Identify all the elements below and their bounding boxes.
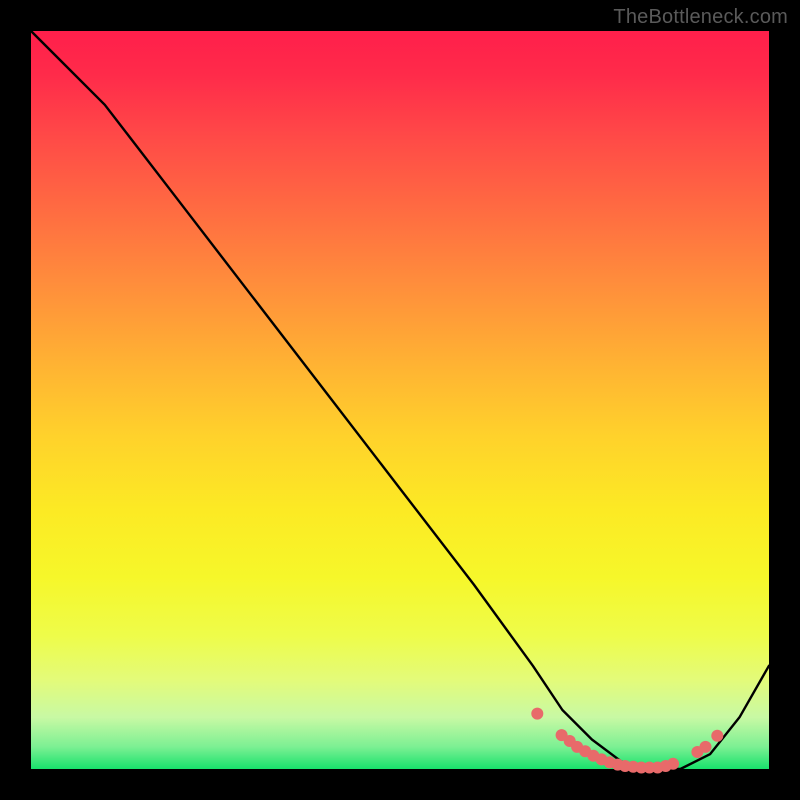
plot-area xyxy=(31,31,769,769)
curve-dots-group xyxy=(531,708,723,774)
curve-dot xyxy=(711,730,723,742)
curve-dot xyxy=(531,708,543,720)
curve-dot xyxy=(700,741,712,753)
watermark-text: TheBottleneck.com xyxy=(613,6,788,29)
chart-svg xyxy=(31,31,769,769)
curve-dot xyxy=(667,758,679,770)
chart-frame: TheBottleneck.com xyxy=(0,0,800,800)
curve-line-group xyxy=(31,31,769,769)
curve-line xyxy=(31,31,769,769)
